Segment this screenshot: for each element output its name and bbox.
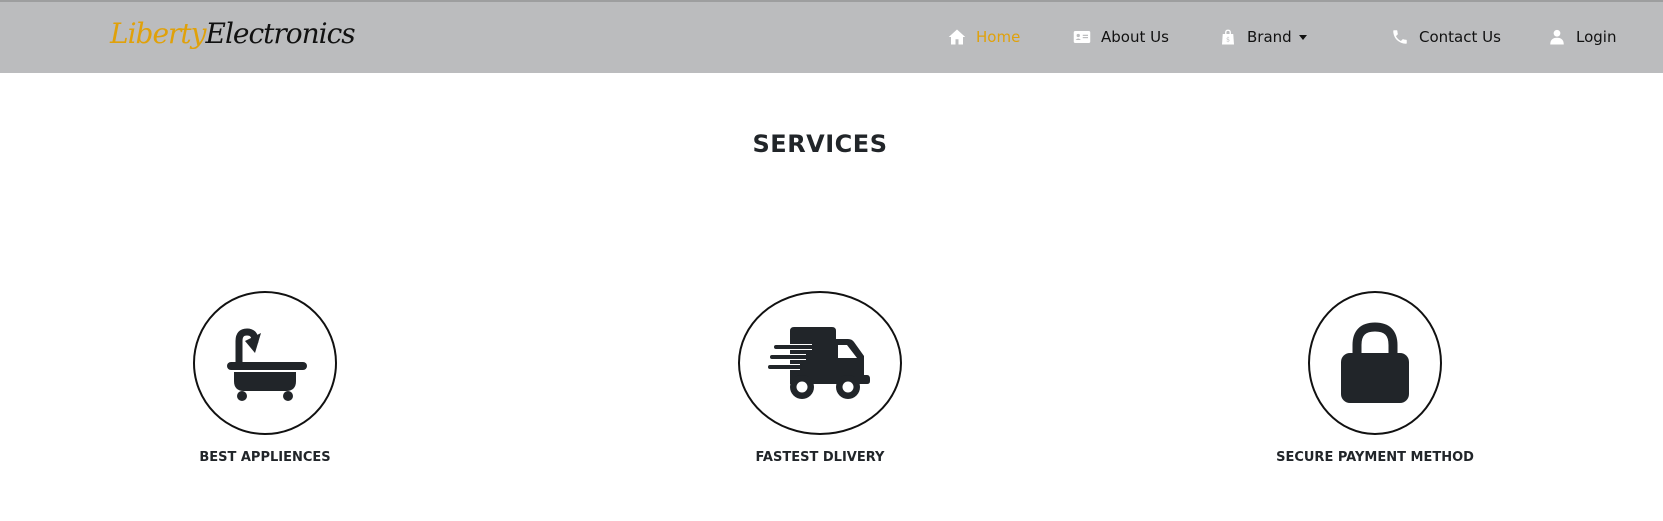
brand-logo[interactable]: LibertyElectronics — [110, 16, 356, 52]
nav-home-label: Home — [976, 28, 1021, 46]
service-best-appliances: BEST APPLIENCES — [193, 291, 337, 465]
nav-about-label: About Us — [1101, 28, 1169, 46]
service-secure-payment: SECURE PAYMENT METHOD — [1276, 291, 1474, 465]
service-icon-circle — [193, 291, 337, 435]
home-icon — [948, 29, 966, 45]
brand-electronics: Electronics — [205, 17, 356, 50]
truck-fast-icon — [768, 327, 870, 399]
service-icon-circle — [738, 291, 902, 435]
lock-icon — [1341, 322, 1409, 403]
user-icon — [1550, 29, 1564, 45]
navbar: LibertyElectronics Home About Us $ Brand… — [0, 0, 1663, 73]
nav-about[interactable]: About Us — [1073, 24, 1169, 50]
service-icon-circle — [1308, 291, 1442, 435]
shopping-bag-icon: $ — [1222, 29, 1234, 45]
nav-brand-dropdown[interactable]: $ Brand — [1219, 24, 1307, 50]
service-fastest-delivery: FASTEST DLIVERY — [738, 291, 902, 465]
nav-brand-label: Brand — [1247, 28, 1292, 46]
brand-liberty: Liberty — [110, 17, 206, 50]
service-label: SECURE PAYMENT METHOD — [1276, 450, 1474, 465]
nav-home[interactable]: Home — [948, 24, 1020, 50]
nav-login-label: Login — [1576, 28, 1617, 46]
svg-text:$: $ — [1226, 37, 1230, 44]
phone-icon — [1393, 30, 1407, 44]
services-title: SERVICES — [752, 130, 888, 158]
nav-login[interactable]: Login — [1548, 24, 1616, 50]
bathtub-icon — [227, 328, 307, 401]
service-label: BEST APPLIENCES — [199, 450, 331, 465]
nav-contact-label: Contact Us — [1419, 28, 1501, 46]
id-card-icon — [1073, 31, 1091, 43]
service-label: FASTEST DLIVERY — [755, 450, 885, 465]
chevron-down-icon — [1298, 34, 1307, 40]
nav-contact[interactable]: Contact Us — [1391, 24, 1501, 50]
